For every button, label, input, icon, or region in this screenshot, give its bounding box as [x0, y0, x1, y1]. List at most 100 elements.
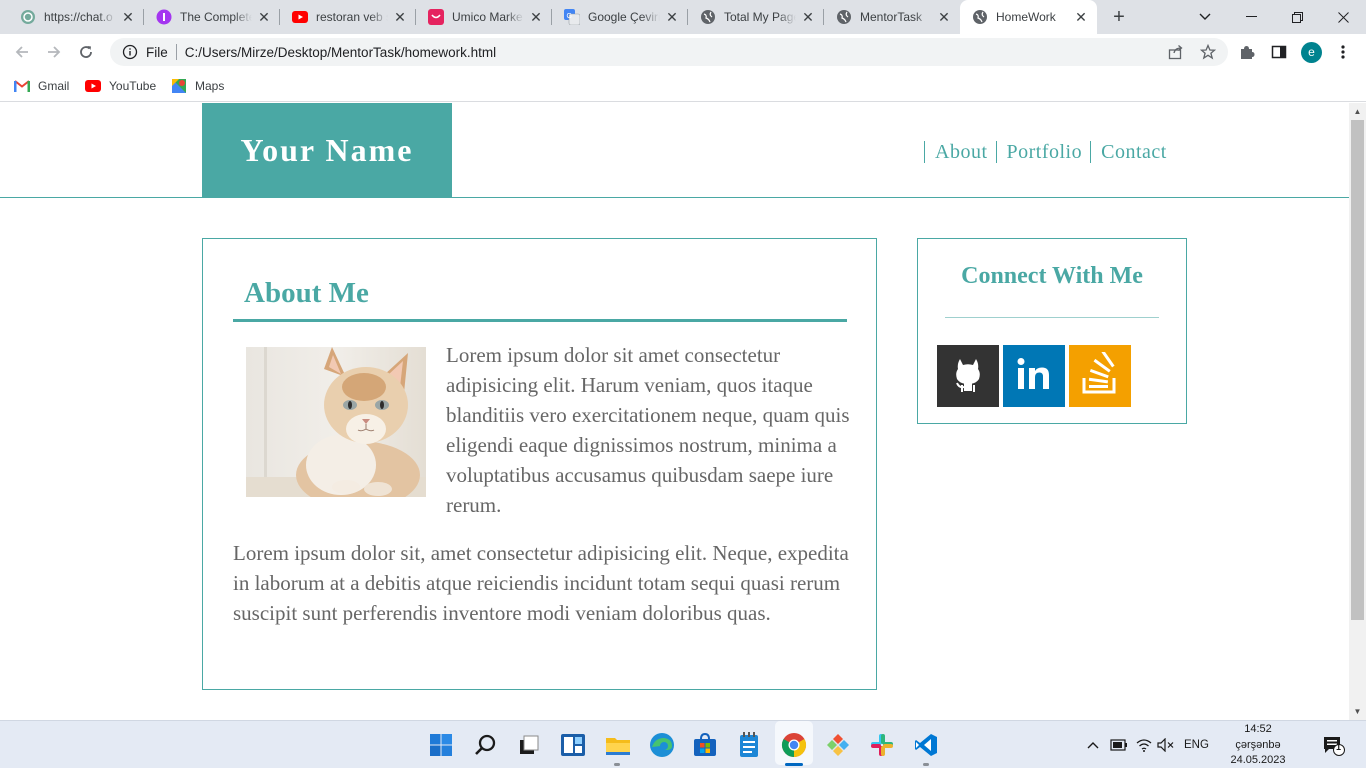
globe-icon	[836, 9, 852, 25]
connect-divider	[945, 317, 1159, 318]
youtube-icon	[85, 78, 101, 94]
file-scheme-label: File	[146, 44, 168, 60]
globe-icon	[972, 9, 988, 25]
volume-muted-icon[interactable]	[1157, 737, 1175, 753]
language-indicator[interactable]: ENG	[1184, 737, 1209, 753]
close-tab-icon[interactable]: ✕	[120, 9, 136, 25]
linkedin-link[interactable]	[1003, 345, 1065, 407]
vscode-icon[interactable]	[910, 729, 942, 761]
clock-time: 14:52	[1244, 723, 1272, 735]
address-bar[interactable]: File C:/Users/Mirze/Desktop/MentorTask/h…	[110, 38, 1228, 66]
gmail-icon	[14, 78, 30, 94]
back-arrow-icon[interactable]	[11, 41, 33, 63]
nav-contact-link[interactable]: Contact	[1090, 141, 1175, 163]
main-nav: About Portfolio Contact	[924, 141, 1175, 163]
info-icon[interactable]	[122, 44, 138, 60]
minimize-button[interactable]	[1228, 0, 1274, 34]
connect-card: Connect With Me	[917, 238, 1187, 424]
browser-tab[interactable]: https://chat.o ✕	[8, 0, 144, 34]
tab-title: https://chat.o	[44, 10, 116, 24]
about-divider	[233, 319, 847, 322]
file-explorer-icon[interactable]	[602, 729, 634, 761]
close-tab-icon[interactable]: ✕	[936, 9, 952, 25]
scrollbar-thumb[interactable]	[1351, 120, 1364, 620]
nav-portfolio-link[interactable]: Portfolio	[995, 141, 1091, 163]
browser-toolbar: File C:/Users/Mirze/Desktop/MentorTask/h…	[0, 34, 1366, 70]
bookmark-label: Gmail	[38, 79, 70, 93]
browser-tab[interactable]: restoran veb s ✕	[280, 0, 416, 34]
google-translate-icon: G	[564, 9, 580, 25]
chatgpt-icon	[20, 9, 36, 25]
microsoft-store-icon[interactable]	[689, 729, 721, 761]
scroll-up-icon[interactable]: ▲	[1349, 103, 1366, 120]
restore-button[interactable]	[1274, 0, 1320, 34]
stackoverflow-link[interactable]	[1069, 345, 1131, 407]
share-icon[interactable]	[1168, 44, 1184, 60]
about-paragraph: Lorem ipsum dolor sit, amet consectetur …	[233, 541, 849, 625]
close-tab-icon[interactable]: ✕	[256, 9, 272, 25]
tab-title: MentorTask	[860, 10, 932, 24]
bookmark-gmail[interactable]: Gmail	[14, 77, 69, 95]
reload-icon[interactable]	[75, 41, 97, 63]
profile-avatar[interactable]: e	[1301, 42, 1322, 63]
github-link[interactable]	[937, 345, 999, 407]
gitkraken-icon[interactable]	[822, 729, 854, 761]
tab-title: HomeWork	[996, 10, 1056, 24]
cat-photo	[246, 347, 426, 497]
notification-badge: 1	[1336, 742, 1342, 752]
browser-tab-active[interactable]: HomeWork ✕	[960, 0, 1097, 34]
kebab-menu-icon[interactable]	[1334, 43, 1352, 61]
chevron-up-icon[interactable]	[1087, 737, 1099, 753]
extensions-puzzle-icon[interactable]	[1238, 43, 1256, 61]
search-icon[interactable]	[470, 729, 502, 761]
side-panel-icon[interactable]	[1270, 43, 1288, 61]
browser-tab[interactable]: Umico Marke ✕	[416, 0, 552, 34]
tab-title: restoran veb s	[316, 10, 388, 24]
browser-tab[interactable]: Total My Page ✕	[688, 0, 824, 34]
maps-icon	[171, 78, 187, 94]
system-clock[interactable]: 14:52 çərşənbə 24.05.2023	[1226, 722, 1290, 769]
edge-icon[interactable]	[646, 729, 678, 761]
url-text[interactable]: C:/Users/Mirze/Desktop/MentorTask/homewo…	[185, 45, 496, 60]
about-card: About Me Lorem ipsum dolor sit amet cons…	[202, 238, 877, 690]
tab-strip: https://chat.o ✕ The Complete ✕ restoran…	[0, 0, 1366, 34]
bookmark-star-icon[interactable]	[1200, 44, 1216, 60]
close-window-button[interactable]	[1320, 0, 1366, 34]
site-header: Your Name About Portfolio Contact	[0, 103, 1349, 198]
connect-heading: Connect With Me	[961, 263, 1143, 289]
close-tab-icon[interactable]: ✕	[528, 9, 544, 25]
tab-search-chevron-icon[interactable]	[1182, 0, 1228, 34]
svg-text:G: G	[567, 13, 572, 20]
bookmarks-bar: Gmail YouTube Maps	[0, 70, 1366, 102]
task-view-icon[interactable]	[513, 729, 545, 761]
close-tab-icon[interactable]: ✕	[800, 9, 816, 25]
close-tab-icon[interactable]: ✕	[664, 9, 680, 25]
page-scrollbar[interactable]: ▲ ▼	[1349, 103, 1366, 720]
chrome-icon[interactable]	[778, 729, 810, 761]
notification-center-icon[interactable]: 1	[1323, 735, 1349, 757]
brand-logo[interactable]: Your Name	[202, 103, 452, 197]
stackoverflow-icon	[1080, 349, 1120, 401]
about-paragraph: Lorem ipsum dolor sit amet consectetur a…	[446, 343, 850, 517]
browser-tab[interactable]: The Complete ✕	[144, 0, 280, 34]
new-tab-button[interactable]: +	[1108, 6, 1130, 28]
forward-arrow-icon[interactable]	[43, 41, 65, 63]
about-heading: About Me	[244, 277, 369, 309]
battery-icon[interactable]	[1110, 737, 1128, 753]
browser-tab[interactable]: MentorTask ✕	[824, 0, 960, 34]
windows-start-icon[interactable]	[425, 729, 457, 761]
bookmark-youtube[interactable]: YouTube	[85, 77, 156, 95]
windows-taskbar: ENG 14:52 çərşənbə 24.05.2023 1	[0, 720, 1366, 768]
scroll-down-icon[interactable]: ▼	[1349, 703, 1366, 720]
slack-icon[interactable]	[866, 729, 898, 761]
browser-tab[interactable]: G Google Çeviri ✕	[552, 0, 688, 34]
wifi-icon[interactable]	[1136, 737, 1152, 753]
widgets-icon[interactable]	[557, 729, 589, 761]
nav-about-link[interactable]: About	[924, 141, 996, 163]
notepad-icon[interactable]	[733, 729, 765, 761]
close-tab-icon[interactable]: ✕	[1073, 9, 1089, 25]
close-tab-icon[interactable]: ✕	[392, 9, 408, 25]
bookmark-maps[interactable]: Maps	[171, 77, 224, 95]
clock-day: çərşənbə	[1235, 738, 1281, 751]
linkedin-icon	[1016, 357, 1052, 396]
